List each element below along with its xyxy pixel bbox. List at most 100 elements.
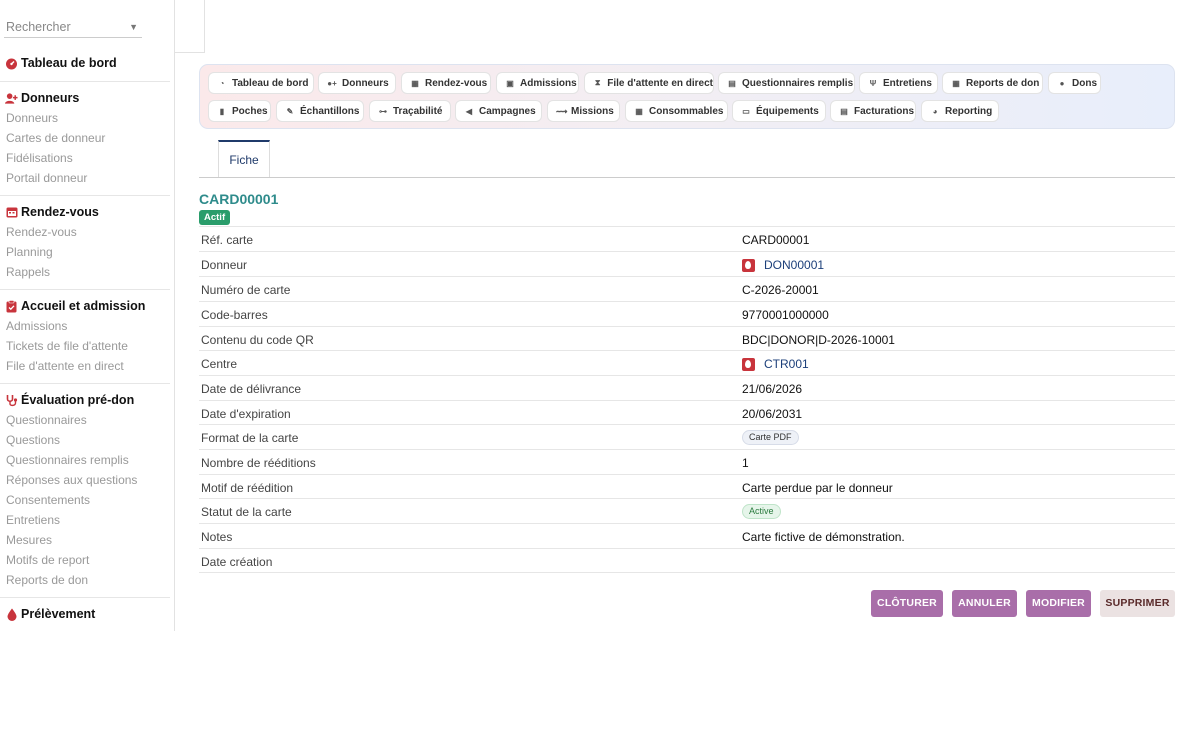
blood-drop-icon: [5, 608, 18, 621]
sidebar-group-header[interactable]: Évaluation pré-don: [0, 390, 170, 410]
field-row: Date création: [199, 548, 1175, 573]
sidebar-item-questionnaires-remplis[interactable]: Questionnaires remplis: [0, 450, 170, 470]
search-placeholder: Rechercher: [6, 20, 71, 34]
tab-echantillons[interactable]: ✎ Échantillons: [276, 100, 364, 122]
sidebar-item-rendez-vous[interactable]: Rendez-vous: [0, 222, 170, 242]
tab-label: Poches: [232, 105, 268, 117]
blood-drop-icon: ●: [1059, 78, 1065, 88]
field-value: CARD00001: [742, 233, 810, 247]
user-plus-icon: [5, 92, 18, 105]
edit-button[interactable]: MODIFIER: [1026, 590, 1091, 617]
sidebar-item-questionnaires[interactable]: Questionnaires: [0, 410, 170, 430]
sidebar-item-rappels[interactable]: Rappels: [0, 262, 170, 282]
sidebar-item-portail-donneur[interactable]: Portail donneur: [0, 168, 170, 188]
tab-entretiens[interactable]: Ψ Entretiens: [859, 72, 938, 94]
tab-fiche[interactable]: Fiche: [218, 140, 270, 178]
field-row: Date d'expiration 20/06/2031: [199, 400, 1175, 425]
tab-missions[interactable]: ⟿ Missions: [547, 100, 620, 122]
sidebar-item-donneurs[interactable]: Donneurs: [0, 108, 170, 128]
chevron-down-icon[interactable]: ▼: [129, 17, 138, 37]
sitemap-icon: ⊶: [379, 106, 387, 116]
sidebar-item-consentements[interactable]: Consentements: [0, 490, 170, 510]
sidebar-group-header[interactable]: Accueil et admission: [0, 296, 170, 316]
delete-button[interactable]: SUPPRIMER: [1100, 590, 1175, 617]
field-row: Centre CTR001: [199, 350, 1175, 375]
sidebar-item-admissions[interactable]: Admissions: [0, 316, 170, 336]
sidebar-item-tickets[interactable]: Tickets de file d'attente: [0, 336, 170, 356]
tab-questionnaires-remplis[interactable]: ▤ Questionnaires remplis: [718, 72, 855, 94]
sidebar-item-fidelisations[interactable]: Fidélisations: [0, 148, 170, 168]
tab-reporting[interactable]: ◕ Reporting: [921, 100, 999, 122]
sidebar-item-cartes-de-donneur[interactable]: Cartes de donneur: [0, 128, 170, 148]
tab-label: Équipements: [756, 105, 819, 117]
field-row: Code-barres 9770001000000: [199, 301, 1175, 326]
tab-label: Questionnaires remplis: [742, 77, 854, 89]
field-label: Statut de la carte: [201, 505, 292, 519]
field-label: Format de la carte: [201, 431, 299, 445]
tab-tracabilite[interactable]: ⊶ Traçabilité: [369, 100, 451, 122]
tab-donneurs[interactable]: ●+ Donneurs: [318, 72, 396, 94]
field-value: BDC|DONOR|D-2026-10001: [742, 333, 895, 347]
centre-link[interactable]: CTR001: [764, 357, 809, 371]
tab-dons[interactable]: ● Dons: [1048, 72, 1101, 94]
sidebar-group-label: Évaluation pré-don: [21, 393, 135, 407]
tab-label: Donneurs: [342, 77, 389, 89]
sidebar-item-reports-don[interactable]: Reports de don: [0, 570, 170, 590]
tab-underline: [199, 177, 1175, 178]
tab-consommables[interactable]: ▦ Consommables: [625, 100, 728, 122]
field-row: Contenu du code QR BDC|DONOR|D-2026-10001: [199, 326, 1175, 351]
pie-chart-icon: ◕: [932, 106, 938, 116]
search-select[interactable]: Rechercher ▼: [4, 17, 142, 38]
sidebar-item-questions[interactable]: Questions: [0, 430, 170, 450]
sidebar-divider: [0, 81, 170, 82]
tab-rendez-vous[interactable]: ▦ Rendez-vous: [401, 72, 491, 94]
sidebar-group-label: Donneurs: [21, 91, 80, 105]
field-label: Réf. carte: [201, 233, 254, 247]
tab-admissions[interactable]: ▣ Admissions: [496, 72, 579, 94]
tab-label: Reporting: [945, 105, 993, 117]
tab-tableau-de-bord[interactable]: ◔ Tableau de bord: [208, 72, 314, 94]
field-label: Date d'expiration: [201, 407, 291, 421]
field-value: Carte perdue par le donneur: [742, 481, 893, 495]
record-title: CARD00001: [199, 191, 279, 207]
sidebar-group-header[interactable]: Prélèvement: [0, 604, 170, 624]
sidebar-item-reponses[interactable]: Réponses aux questions: [0, 470, 170, 490]
pipette-icon: ✎: [286, 106, 294, 116]
tab-label: Entretiens: [883, 77, 932, 89]
field-label: Donneur: [201, 258, 248, 272]
field-label: Date de délivrance: [201, 382, 302, 396]
field-value: CTR001: [742, 357, 809, 371]
sidebar-group-prelevement: Prélèvement: [0, 604, 170, 624]
field-value: Carte PDF: [742, 430, 799, 445]
field-value: C-2026-20001: [742, 283, 819, 297]
field-row: Date de délivrance 21/06/2026: [199, 375, 1175, 400]
sidebar-group-evaluation: Évaluation pré-don Questionnaires Questi…: [0, 390, 170, 590]
donneur-link[interactable]: DON00001: [764, 258, 824, 272]
module-tab-bar: ◔ Tableau de bord ●+ Donneurs ▦ Rendez-vous…: [199, 64, 1175, 129]
sidebar-divider: [0, 289, 170, 290]
tab-file-attente[interactable]: ⧗ File d'attente en direct: [584, 72, 714, 94]
tab-equipements[interactable]: ▭ Équipements: [732, 100, 826, 122]
sidebar-item-motifs-report[interactable]: Motifs de report: [0, 550, 170, 570]
sidebar-divider: [0, 195, 170, 196]
sidebar-item-entretiens[interactable]: Entretiens: [0, 510, 170, 530]
gauge-icon: ◔: [219, 78, 225, 88]
cancel-button[interactable]: ANNULER: [952, 590, 1017, 617]
sidebar-item-tableau-de-bord[interactable]: Tableau de bord: [0, 53, 170, 73]
tab-campagnes[interactable]: ◀ Campagnes: [455, 100, 542, 122]
sidebar-item-file-attente[interactable]: File d'attente en direct: [0, 356, 170, 376]
sidebar-group-header[interactable]: Rendez-vous: [0, 202, 170, 222]
sidebar-group-label: Tableau de bord: [21, 56, 117, 70]
sidebar-divider: [0, 597, 170, 598]
sidebar-group-header[interactable]: Donneurs: [0, 88, 170, 108]
field-row: Numéro de carte C-2026-20001: [199, 276, 1175, 301]
sidebar-item-planning[interactable]: Planning: [0, 242, 170, 262]
sidebar-group-rendez-vous: Rendez-vous Rendez-vous Planning Rappels: [0, 202, 170, 282]
megaphone-icon: ◀: [465, 106, 473, 116]
tab-reports-de-don[interactable]: ▦ Reports de don: [942, 72, 1043, 94]
sidebar-item-mesures[interactable]: Mesures: [0, 530, 170, 550]
close-record-button[interactable]: CLÔTURER: [871, 590, 943, 617]
tab-facturations[interactable]: ▤ Facturations: [830, 100, 916, 122]
tab-poches[interactable]: ▮ Poches: [208, 100, 271, 122]
sidebar-group-dashboard: Tableau de bord: [0, 53, 170, 73]
